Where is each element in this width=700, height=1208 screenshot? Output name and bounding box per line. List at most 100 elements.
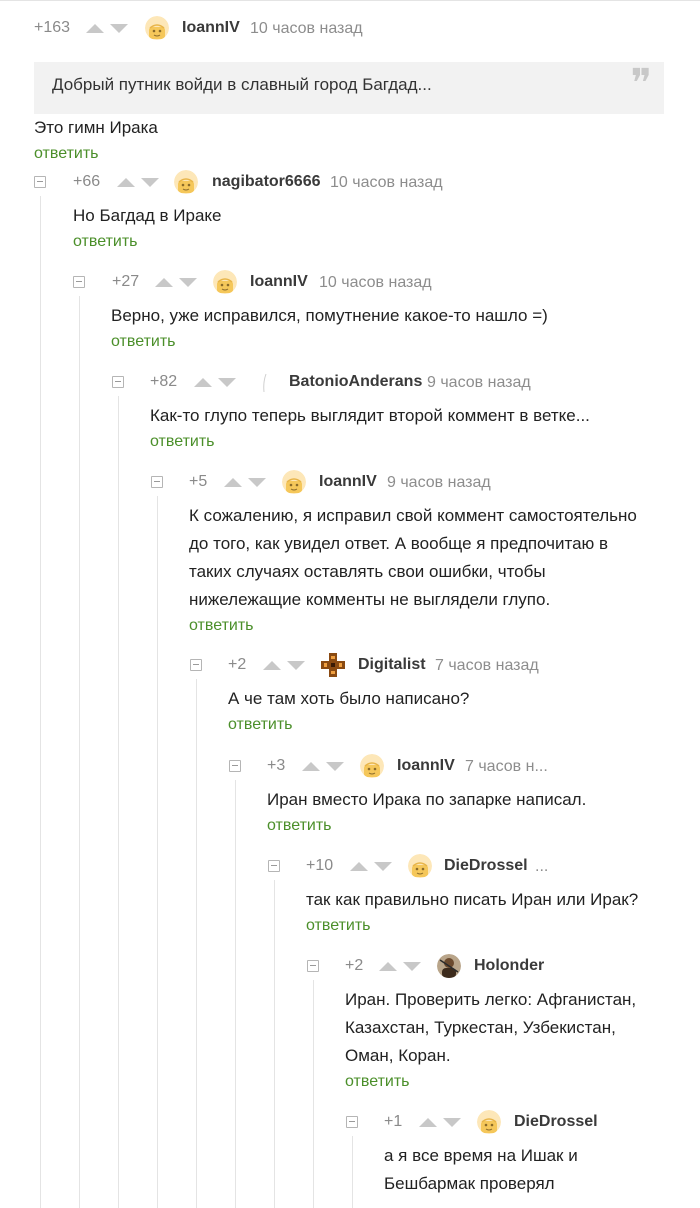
reply-link[interactable]: ответить <box>345 1072 410 1092</box>
collapse-icon[interactable] <box>190 659 202 671</box>
comment: +66 nagibator6666 10 часов назад Но Багд… <box>34 170 674 252</box>
comment: +1 DieDrossel а я все время на Ишак и Бе… <box>346 1110 700 1198</box>
upvote-icon[interactable] <box>263 661 281 670</box>
timestamp: 10 часов назад <box>250 20 363 37</box>
thread-line <box>235 780 236 1208</box>
downvote-icon[interactable] <box>326 762 344 771</box>
comment: +82 BatonioAnderans 9 часов назад Как-то… <box>112 370 700 452</box>
collapse-icon[interactable] <box>112 376 124 388</box>
comment: +2 Holonder Иран. Проверить легко: Афган… <box>307 954 700 1092</box>
avatar[interactable] <box>213 270 237 294</box>
upvote-icon[interactable] <box>302 762 320 771</box>
thread-line <box>118 396 119 1208</box>
comment-rating: +2 <box>228 656 247 673</box>
username[interactable]: Holonder <box>474 957 544 975</box>
downvote-icon[interactable] <box>374 862 392 871</box>
username[interactable]: IoannIV <box>397 757 455 775</box>
username[interactable]: nagibator6666 <box>212 173 320 191</box>
top-divider <box>0 0 700 1</box>
comment-header: +10 DieDrossel ... <box>268 854 700 880</box>
reply-link[interactable]: ответить <box>228 715 293 735</box>
collapse-icon[interactable] <box>346 1116 358 1128</box>
comment-header: +2 Digitalist 7 часов назад <box>190 653 700 679</box>
downvote-icon[interactable] <box>403 962 421 971</box>
comment-rating: +10 <box>306 857 334 874</box>
comment: +5 IoannIV 9 часов назад К сожалению, я … <box>151 470 700 636</box>
comment-text: Верно, уже исправился, помутнение какое-… <box>111 306 548 325</box>
downvote-icon[interactable] <box>141 178 159 187</box>
comment-rating: +2 <box>345 957 364 974</box>
downvote-icon[interactable] <box>218 378 236 387</box>
username[interactable]: DieDrossel <box>444 857 528 875</box>
text-line: К сожалению, я исправил свой коммент сам… <box>189 506 637 525</box>
thread-line <box>40 196 41 1208</box>
downvote-icon[interactable] <box>287 661 305 670</box>
comment-text: Как-то глупо теперь выглядит второй комм… <box>150 406 590 425</box>
avatar[interactable] <box>174 170 198 194</box>
text-line: таких случаях оставлять свои ошибки, что… <box>189 562 546 581</box>
timestamp: 10 часов назад <box>330 174 443 191</box>
username[interactable]: IoannIV <box>250 273 308 291</box>
username[interactable]: BatonioAnderans <box>289 373 422 391</box>
quote-mark-icon: ❞ <box>630 61 652 107</box>
comment-header: +2 Holonder <box>307 954 700 980</box>
username[interactable]: Digitalist <box>358 656 426 674</box>
comment-text: К сожалению, я исправил свой коммент сам… <box>189 502 700 614</box>
avatar[interactable] <box>282 470 306 494</box>
downvote-icon[interactable] <box>179 278 197 287</box>
text-line: а я все время на Ишак и <box>384 1146 578 1165</box>
reply-link[interactable]: ответить <box>34 144 99 164</box>
comment-rating: +66 <box>73 173 101 190</box>
reply-link[interactable]: ответить <box>150 432 215 452</box>
upvote-icon[interactable] <box>117 178 135 187</box>
collapse-icon[interactable] <box>34 176 46 188</box>
comment-text: Это гимн Ирака <box>34 118 158 137</box>
collapse-icon[interactable] <box>229 760 241 772</box>
collapse-icon[interactable] <box>151 476 163 488</box>
comment-header: +66 nagibator6666 10 часов назад <box>34 170 674 196</box>
avatar[interactable] <box>252 370 276 394</box>
thread-line <box>196 679 197 1208</box>
collapse-icon[interactable] <box>307 960 319 972</box>
username[interactable]: DieDrossel <box>514 1113 598 1131</box>
text-line: Бешбармак проверял <box>384 1174 555 1193</box>
upvote-icon[interactable] <box>224 478 242 487</box>
username[interactable]: IoannIV <box>319 473 377 491</box>
comment-text: Иран. Проверить легко: Афганистан, Казах… <box>345 986 700 1070</box>
upvote-icon[interactable] <box>379 962 397 971</box>
upvote-icon[interactable] <box>155 278 173 287</box>
comment-rating: +27 <box>112 273 140 290</box>
text-line: Иран. Проверить легко: Афганистан, <box>345 990 637 1009</box>
avatar[interactable] <box>145 16 169 40</box>
upvote-icon[interactable] <box>350 862 368 871</box>
collapse-icon[interactable] <box>268 860 280 872</box>
reply-link[interactable]: ответить <box>73 232 138 252</box>
upvote-icon[interactable] <box>86 24 104 33</box>
text-line: до того, как увидел ответ. А вообще я пр… <box>189 534 609 553</box>
comment: +2 Digitalist 7 часов назад А че там хот… <box>190 653 700 735</box>
reply-link[interactable]: ответить <box>267 816 332 836</box>
thread-line <box>79 296 80 1208</box>
avatar[interactable] <box>437 954 461 978</box>
comment-header: +5 IoannIV 9 часов назад <box>151 470 700 496</box>
downvote-icon[interactable] <box>110 24 128 33</box>
reply-link[interactable]: ответить <box>306 916 371 936</box>
downvote-icon[interactable] <box>248 478 266 487</box>
upvote-icon[interactable] <box>419 1118 437 1127</box>
comment-header: +27 IoannIV 10 часов назад <box>73 270 700 296</box>
avatar[interactable] <box>321 653 345 677</box>
upvote-icon[interactable] <box>194 378 212 387</box>
avatar[interactable] <box>408 854 432 878</box>
comment-rating: +3 <box>267 757 286 774</box>
avatar[interactable] <box>360 754 384 778</box>
avatar[interactable] <box>477 1110 501 1134</box>
reply-link[interactable]: ответить <box>111 332 176 352</box>
username[interactable]: IoannIV <box>182 19 240 37</box>
text-line: нижележащие комменты не выглядели глупо. <box>189 590 551 609</box>
comment-rating: +163 <box>34 19 71 36</box>
reply-link[interactable]: ответить <box>189 616 254 636</box>
collapse-icon[interactable] <box>73 276 85 288</box>
downvote-icon[interactable] <box>443 1118 461 1127</box>
timestamp: 7 часов н... <box>465 758 548 775</box>
comment-rating: +82 <box>150 373 178 390</box>
